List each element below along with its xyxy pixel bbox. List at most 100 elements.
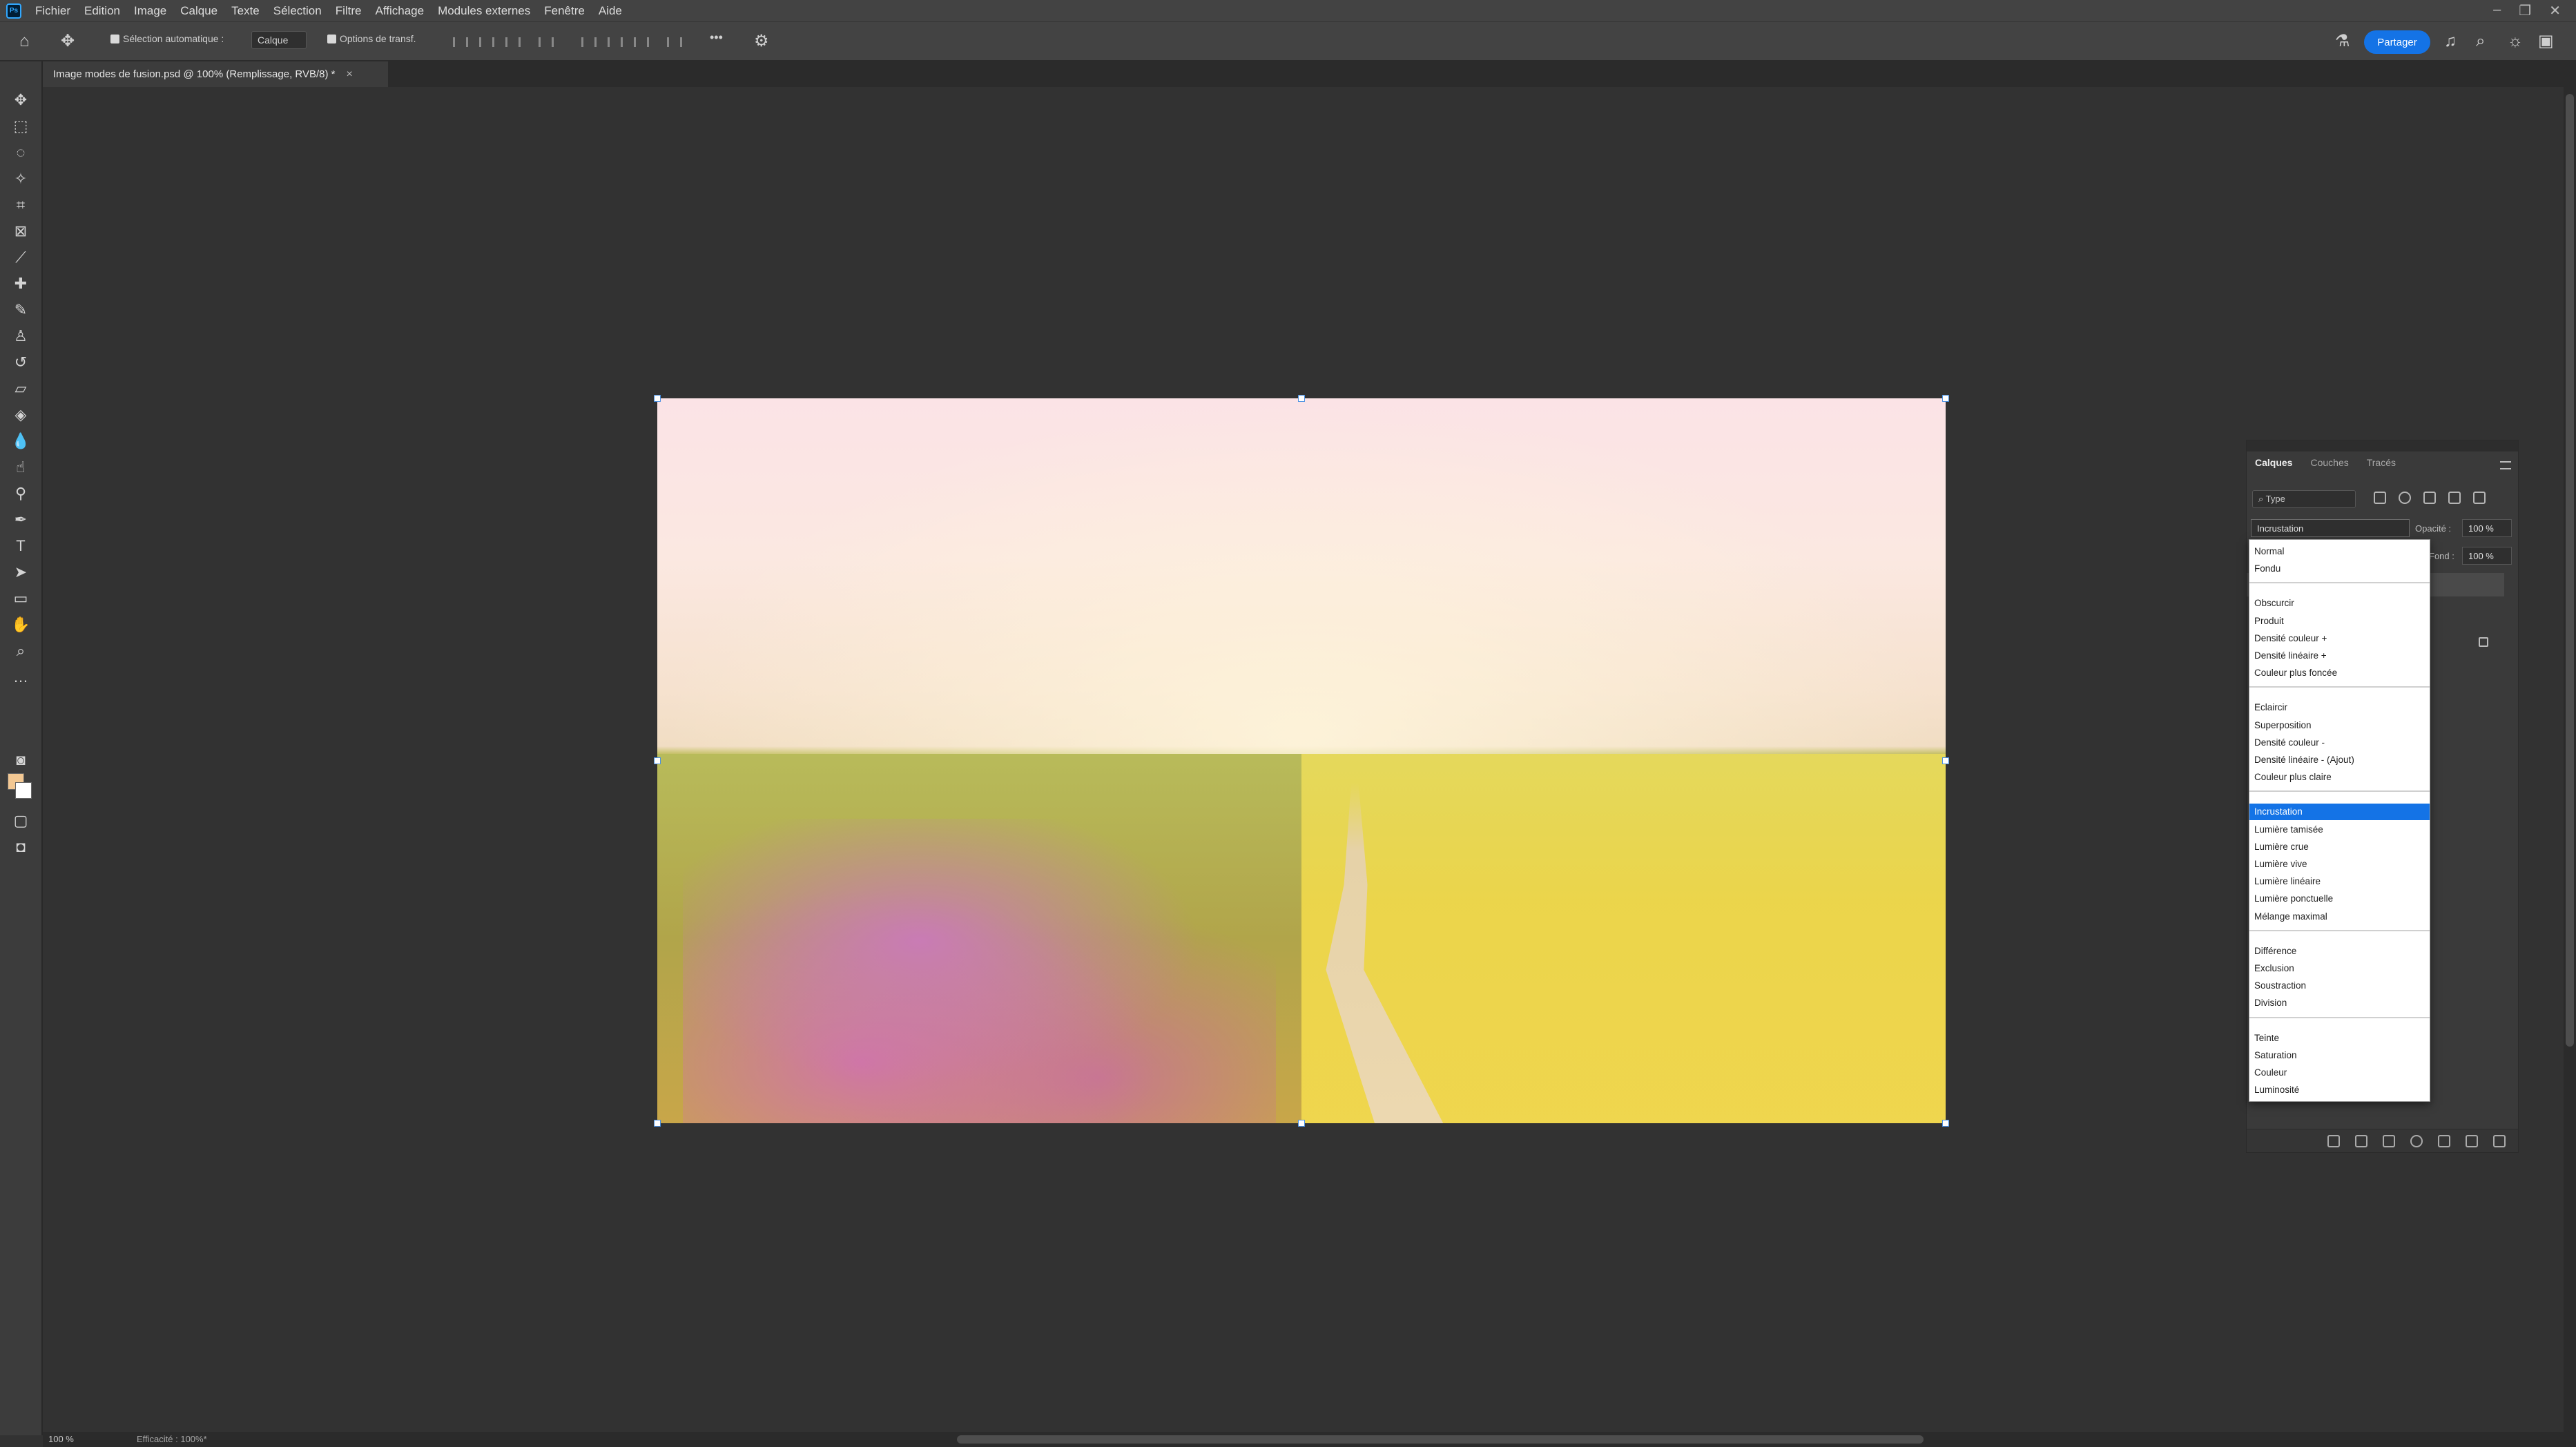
marquee-icon[interactable]: ⬚ — [10, 115, 32, 137]
brush-icon[interactable]: ✎ — [10, 299, 32, 321]
lasso-icon[interactable]: ◌ — [10, 142, 32, 164]
blend-mode-option[interactable]: Densité couleur + — [2249, 630, 2430, 647]
restore-icon[interactable]: ❐ — [2519, 2, 2531, 19]
menu-edition[interactable]: Edition — [84, 4, 120, 18]
move-icon[interactable]: ✥ — [10, 89, 32, 111]
menu-fenetre[interactable]: Fenêtre — [544, 4, 585, 18]
auto-select-checkbox[interactable] — [110, 35, 119, 43]
menu-filtre[interactable]: Filtre — [336, 4, 362, 18]
filter-type-icon[interactable] — [2423, 492, 2436, 504]
vertical-scroll-thumb[interactable] — [2566, 94, 2574, 1047]
panel-menu-icon[interactable] — [2500, 461, 2511, 469]
eyedropper-icon[interactable]: ⟋ — [10, 246, 32, 269]
auto-select-option[interactable]: Sélection automatique : — [110, 33, 224, 44]
new-group-icon[interactable] — [2438, 1135, 2450, 1147]
search-icon[interactable]: ⌕ — [2476, 33, 2485, 50]
blend-mode-option[interactable]: Différence — [2249, 943, 2430, 960]
align-top-icon[interactable] — [580, 35, 597, 49]
align-right-icon[interactable] — [504, 35, 521, 49]
link-layers-icon[interactable] — [2327, 1135, 2340, 1147]
tab-calques[interactable]: Calques — [2255, 457, 2292, 468]
dodge-icon[interactable]: ⚲ — [10, 483, 32, 505]
workspace-icon[interactable]: ▣ — [2538, 33, 2554, 50]
adjustment-layer-icon[interactable] — [2410, 1135, 2423, 1147]
transform-handle-top[interactable] — [1298, 395, 1305, 402]
blend-mode-option[interactable]: Couleur plus claire — [2249, 769, 2430, 786]
blend-mode-option[interactable]: Mélange maximal — [2249, 909, 2430, 925]
transform-handle-bottom-right[interactable] — [1942, 1120, 1949, 1127]
menu-aide[interactable]: Aide — [599, 4, 622, 18]
history-brush-icon[interactable]: ↺ — [10, 351, 32, 373]
path-selection-icon[interactable]: ➤ — [10, 561, 32, 583]
blend-mode-option[interactable]: Obscurcir — [2249, 595, 2430, 612]
blend-mode-option[interactable]: Incrustation — [2249, 804, 2430, 821]
trash-icon[interactable] — [2493, 1135, 2506, 1147]
blend-mode-dropdown[interactable]: Normal Fondu Obscurcir Produit Densité coule… — [2249, 539, 2430, 1102]
blend-mode-option[interactable]: Lumière tamisée — [2249, 822, 2430, 838]
transform-handle-top-left[interactable] — [654, 395, 661, 402]
blend-mode-option[interactable]: Lumière vive — [2249, 856, 2430, 873]
vertical-scrollbar[interactable] — [2564, 87, 2576, 1433]
eraser-icon[interactable]: ▱ — [10, 378, 32, 400]
magic-wand-icon[interactable]: ✧ — [10, 168, 32, 190]
type-icon[interactable]: T — [10, 535, 32, 557]
blend-mode-option[interactable]: Fondu — [2249, 561, 2430, 577]
menu-image[interactable]: Image — [134, 4, 166, 18]
blend-mode-option[interactable]: Luminosité — [2249, 1082, 2430, 1098]
blend-mode-option[interactable]: Lumière linéaire — [2249, 873, 2430, 890]
background-color-swatch[interactable] — [15, 782, 32, 799]
smudge-icon[interactable]: ☝ — [10, 456, 32, 478]
hand-icon[interactable]: ✋ — [10, 614, 32, 636]
menu-calque[interactable]: Calque — [180, 4, 217, 18]
blend-mode-option[interactable]: Densité linéaire - (Ajout) — [2249, 752, 2430, 768]
blend-mode-option[interactable]: Soustraction — [2249, 978, 2430, 994]
share-button[interactable]: Partager — [2364, 30, 2430, 54]
distribute-vertical-icon[interactable] — [666, 35, 682, 49]
learn-icon[interactable]: ⚗ — [2335, 33, 2350, 50]
blend-mode-option[interactable]: Couleur plus foncée — [2249, 665, 2430, 681]
close-window-icon[interactable]: ✕ — [2549, 2, 2561, 19]
home-icon[interactable]: ⌂ — [19, 33, 30, 50]
layer-filter-select[interactable]: ⌕ Type — [2252, 490, 2356, 508]
menu-fichier[interactable]: Fichier — [35, 4, 70, 18]
crop-icon[interactable]: ⌗ — [10, 194, 32, 216]
more-options-button[interactable]: ••• — [710, 30, 723, 45]
blend-mode-option[interactable]: Normal — [2249, 543, 2430, 560]
horizontal-scroll-thumb[interactable] — [957, 1435, 1924, 1444]
blend-mode-option[interactable]: Lumière crue — [2249, 839, 2430, 855]
distribute-icon[interactable] — [537, 35, 554, 49]
tab-couches[interactable]: Couches — [2310, 457, 2348, 468]
minimize-icon[interactable]: – — [2493, 2, 2501, 19]
zoom-icon[interactable]: ⌕ — [10, 640, 32, 662]
menu-texte[interactable]: Texte — [231, 4, 260, 18]
opacity-input[interactable]: 100 % — [2462, 519, 2512, 537]
filter-smart-object-icon[interactable] — [2473, 492, 2486, 504]
menu-selection[interactable]: Sélection — [273, 4, 322, 18]
zoom-level[interactable]: 100 % — [48, 1434, 74, 1444]
blend-mode-option[interactable]: Produit — [2249, 613, 2430, 630]
document-canvas[interactable] — [657, 398, 1946, 1123]
align-bottom-icon[interactable] — [632, 35, 649, 49]
transform-handle-right[interactable] — [1942, 757, 1949, 764]
clone-stamp-icon[interactable]: ♙ — [10, 325, 32, 347]
transform-option[interactable]: Options de transf. — [327, 33, 416, 44]
new-layer-icon[interactable] — [2466, 1135, 2478, 1147]
filter-pixel-icon[interactable] — [2374, 492, 2386, 504]
menu-affichage[interactable]: Affichage — [375, 4, 424, 18]
move-tool-icon[interactable]: ✥ — [61, 33, 75, 50]
blend-mode-option[interactable]: Superposition — [2249, 717, 2430, 734]
more-tools-icon[interactable]: … — [10, 666, 32, 688]
filter-shape-icon[interactable] — [2448, 492, 2461, 504]
screen-mode-icon[interactable]: ▢ — [10, 810, 32, 832]
blend-mode-option[interactable]: Densité linéaire + — [2249, 648, 2430, 664]
transform-handle-top-right[interactable] — [1942, 395, 1949, 402]
pen-icon[interactable]: ✒ — [10, 509, 32, 531]
menu-modules-externes[interactable]: Modules externes — [438, 4, 530, 18]
blend-mode-option[interactable]: Lumière ponctuelle — [2249, 891, 2430, 907]
filter-adjustment-icon[interactable] — [2399, 492, 2411, 504]
fx-icon[interactable] — [2355, 1135, 2367, 1147]
mask-mode-icon[interactable]: ◘ — [10, 836, 32, 858]
gear-icon[interactable]: ⚙ — [754, 33, 769, 50]
auto-select-dropdown[interactable]: Calque — [251, 31, 307, 49]
transform-checkbox[interactable] — [327, 35, 336, 43]
